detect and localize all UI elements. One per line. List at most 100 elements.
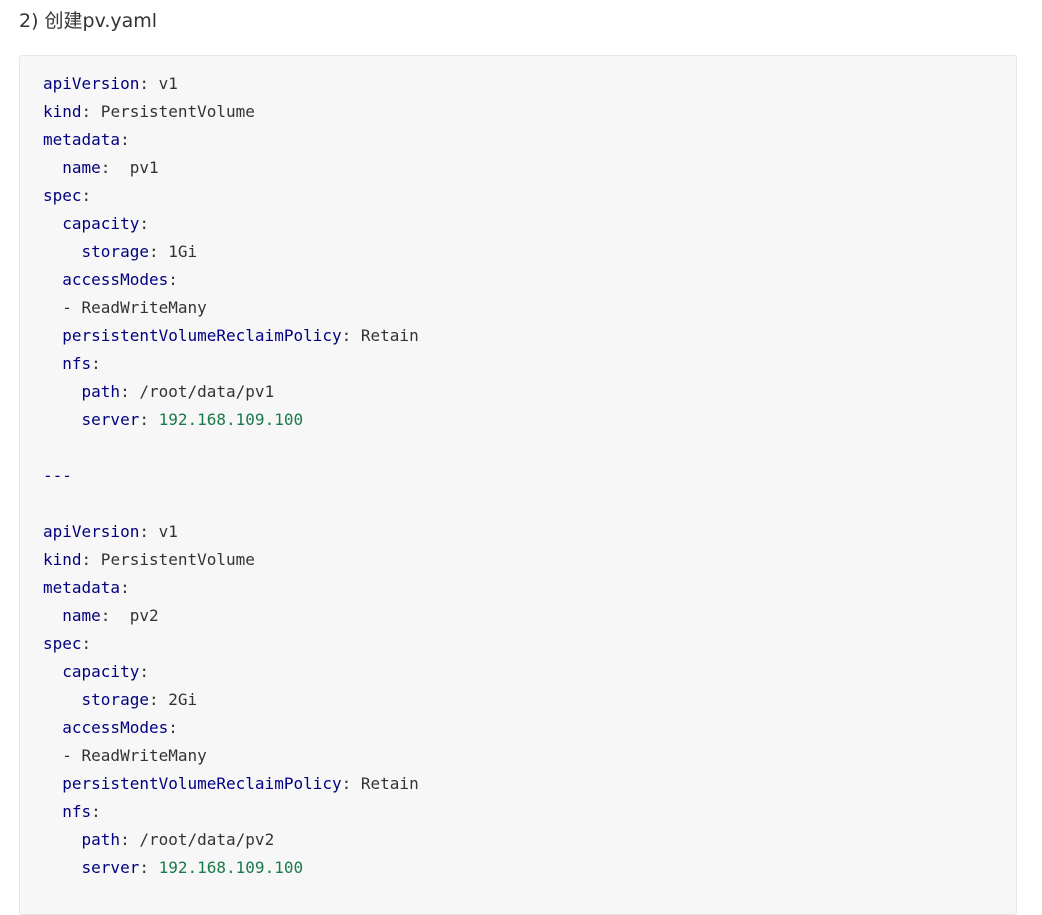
yaml-key: accessModes [62, 270, 169, 289]
code-line: capacity: [43, 658, 419, 686]
code-line: metadata: [43, 574, 419, 602]
yaml-value: - ReadWriteMany [62, 298, 207, 317]
yaml-key: path [81, 830, 121, 849]
code-line: - ReadWriteMany [43, 294, 419, 322]
yaml-colon: : [81, 634, 92, 653]
yaml-colon: : [100, 158, 111, 177]
section-heading: 2) 创建pv.yaml [19, 10, 158, 32]
code-line: spec: [43, 182, 419, 210]
yaml-key: persistentVolumeReclaimPolicy [62, 326, 342, 345]
yaml-key: nfs [62, 354, 92, 373]
yaml-key: name [62, 606, 101, 625]
code-line: accessModes: [43, 714, 419, 742]
yaml-colon: : [139, 214, 149, 233]
yaml-colon: : [168, 270, 178, 289]
yaml-value: Retain [351, 774, 419, 793]
yaml-value: 2Gi [158, 690, 198, 709]
code-line: path: /root/data/pv1 [43, 378, 419, 406]
code-block: apiVersion: v1 kind: PersistentVolume meta… [19, 55, 1017, 915]
yaml-value: v1 [148, 74, 178, 93]
yaml-colon: : [139, 74, 149, 93]
yaml-value: 192.168.109.100 [148, 410, 304, 429]
code-line: server: 192.168.109.100 [43, 854, 419, 882]
code-line: spec: [43, 630, 419, 658]
yaml-colon: : [120, 578, 130, 597]
yaml-colon: : [81, 186, 92, 205]
yaml-key: spec [43, 186, 82, 205]
code-line: kind: PersistentVolume [43, 546, 419, 574]
code-lines: apiVersion: v1 kind: PersistentVolume meta… [43, 70, 419, 882]
yaml-key: spec [43, 634, 82, 653]
yaml-value: /root/data/pv2 [129, 830, 275, 849]
yaml-value: pv2 [110, 606, 159, 625]
code-line: apiVersion: v1 [43, 70, 419, 98]
code-line: - ReadWriteMany [43, 742, 419, 770]
yaml-colon: : [148, 242, 159, 261]
yaml-value: /root/data/pv1 [129, 382, 275, 401]
code-line: metadata: [43, 126, 419, 154]
yaml-key: metadata [43, 578, 121, 597]
code-line: persistentVolumeReclaimPolicy: Retain [43, 322, 418, 350]
code-line: server: 192.168.109.100 [43, 406, 419, 434]
yaml-key: apiVersion [43, 74, 140, 93]
yaml-key: path [81, 382, 121, 401]
yaml-key: storage [81, 690, 149, 709]
yaml-colon: : [139, 662, 149, 681]
yaml-key: storage [81, 242, 149, 261]
yaml-key: accessModes [62, 718, 169, 737]
yaml-colon: : [168, 718, 178, 737]
yaml-key: persistentVolumeReclaimPolicy [62, 774, 342, 793]
code-line: nfs: [43, 350, 419, 378]
yaml-colon: : [148, 690, 159, 709]
yaml-colon: : [120, 830, 130, 849]
document-separator: --- [43, 466, 72, 485]
code-line: apiVersion: v1 [43, 518, 419, 546]
yaml-value: - ReadWriteMany [62, 746, 207, 765]
yaml-key: capacity [62, 214, 140, 233]
code-line: storage: 1Gi [43, 238, 419, 266]
yaml-colon: : [341, 326, 352, 345]
yaml-colon: : [81, 102, 92, 121]
yaml-key: kind [43, 550, 82, 569]
code-line: --- [43, 462, 419, 490]
code-line: kind: PersistentVolume [43, 98, 419, 126]
yaml-key: nfs [62, 802, 92, 821]
yaml-colon: : [139, 522, 149, 541]
yaml-colon: : [139, 410, 149, 429]
yaml-key: server [81, 410, 140, 429]
yaml-colon: : [81, 550, 92, 569]
code-line: path: /root/data/pv2 [43, 826, 419, 854]
code-line: capacity: [43, 210, 419, 238]
code-line: nfs: [43, 798, 419, 826]
yaml-colon: : [341, 774, 352, 793]
yaml-value: v1 [148, 522, 178, 541]
yaml-colon: : [120, 382, 130, 401]
code-line: name: pv2 [43, 602, 419, 630]
code-line: persistentVolumeReclaimPolicy: Retain [43, 770, 419, 798]
yaml-colon: : [139, 858, 149, 877]
yaml-key: kind [43, 102, 82, 121]
yaml-value: PersistentVolume [91, 102, 255, 121]
yaml-value: pv1 [110, 158, 159, 177]
yaml-value: PersistentVolume [91, 550, 255, 569]
